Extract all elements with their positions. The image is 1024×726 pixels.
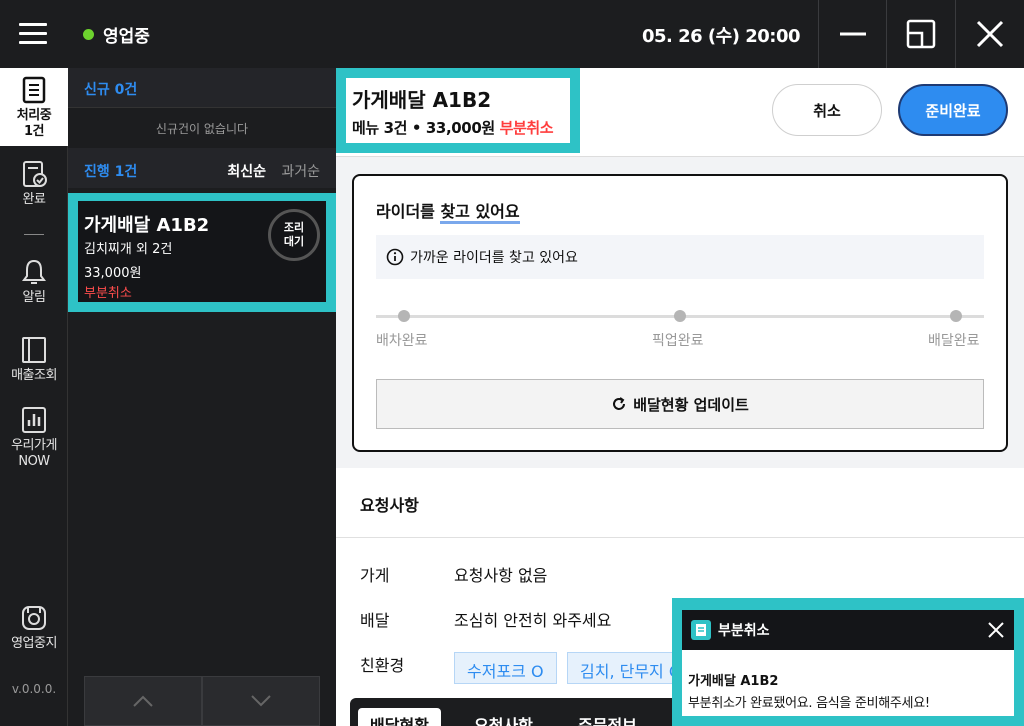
bell-icon bbox=[22, 259, 46, 284]
nav-sub-processing: 1건 bbox=[23, 124, 45, 139]
progress-orders-header: 진행 1건 최신순 과거순 bbox=[68, 148, 336, 188]
sort-latest-button[interactable]: 최신순 bbox=[227, 161, 266, 181]
order-card-menu: 김치찌개 외 2건 bbox=[84, 242, 173, 257]
tab-delivery-status[interactable]: 배달현황 bbox=[358, 708, 441, 726]
nav-item-done[interactable]: 완료 bbox=[0, 160, 68, 208]
toast-title: 부분취소 bbox=[718, 623, 770, 639]
badge-line-1: 조리 bbox=[283, 221, 305, 234]
update-delivery-button[interactable]: 배달현황 업데이트 bbox=[376, 379, 984, 429]
bar-chart-icon bbox=[22, 407, 46, 433]
detail-header: 가게배달 A1B2 메뉴 3건 • 33,000원 부분취소 취소 준비완료 bbox=[336, 68, 1024, 157]
toast-body: 가게배달 A1B2 부분취소가 완료됐어요. 음식을 준비해주세요! bbox=[682, 650, 1014, 716]
nav-item-sales[interactable]: 매출조회 bbox=[0, 336, 68, 384]
refresh-icon bbox=[613, 397, 626, 410]
tab-order-info[interactable]: 주문정보 bbox=[566, 708, 649, 726]
nav-label-store-now: 우리가게 bbox=[11, 438, 57, 453]
info-icon bbox=[386, 248, 404, 266]
partial-cancel-toast: 부분취소 가게배달 A1B2 부분취소가 완료됐어요. 음식을 준비해주세요! bbox=[672, 598, 1024, 726]
toast-header: 부분취소 bbox=[682, 610, 1014, 650]
order-card-title: 가게배달 A1B2 bbox=[84, 215, 210, 236]
step-dot-assigned bbox=[398, 310, 410, 322]
document-list-icon bbox=[22, 76, 46, 104]
hamburger-menu-icon[interactable] bbox=[16, 19, 47, 49]
nav-item-processing[interactable]: 처리중 1건 bbox=[0, 68, 68, 146]
ready-complete-button[interactable]: 준비완료 bbox=[898, 84, 1008, 136]
list-scroll-controls bbox=[84, 676, 320, 726]
request-label-eco: 친환경 bbox=[360, 656, 405, 675]
toast-message: 부분취소가 완료됐어요. 음식을 준비해주세요! bbox=[688, 696, 930, 711]
close-button[interactable] bbox=[955, 0, 1024, 68]
requests-header: 요청사항 bbox=[336, 468, 1024, 538]
new-orders-count: 신규 0건 bbox=[84, 82, 138, 98]
new-orders-empty: 신규건이 없습니다 bbox=[155, 122, 249, 136]
online-dot-icon bbox=[83, 28, 94, 40]
chevron-up-icon bbox=[133, 695, 153, 707]
eco-chip-cutlery: 수저포크 O bbox=[454, 652, 557, 684]
order-list: 신규 0건 신규건이 없습니다 진행 1건 최신순 과거순 가게배달 A1B2 … bbox=[68, 68, 336, 726]
nav-label-sales: 매출조회 bbox=[11, 368, 57, 383]
nav-label-alerts: 알림 bbox=[22, 290, 46, 305]
rider-status-title: 라이더를 찾고 있어요 bbox=[376, 198, 520, 224]
order-card-selected[interactable]: 가게배달 A1B2 김치찌개 외 2건 33,000원 부분취소 조리 대기 bbox=[68, 193, 336, 312]
nav-divider bbox=[24, 234, 44, 235]
nav-item-alerts[interactable]: 알림 bbox=[0, 258, 68, 306]
order-card-body: 가게배달 A1B2 김치찌개 외 2건 33,000원 부분취소 조리 대기 bbox=[78, 201, 326, 302]
close-icon bbox=[976, 20, 1004, 48]
rider-status-card: 라이더를 찾고 있어요 가까운 라이더를 찾고 있어요 배차완료 픽업완료 배달… bbox=[352, 174, 1008, 452]
document-check-icon bbox=[23, 161, 47, 187]
order-card-status: 부분취소 bbox=[84, 286, 132, 301]
nav-label-done: 완료 bbox=[22, 192, 46, 207]
ledger-icon bbox=[22, 337, 46, 363]
order-card-price: 33,000원 bbox=[84, 266, 142, 281]
new-orders-header: 신규 0건 bbox=[68, 68, 336, 108]
minimize-icon bbox=[839, 32, 866, 36]
detail-subtitle: 메뉴 3건 • 33,000원 부분취소 bbox=[352, 119, 554, 137]
badge-line-2: 대기 bbox=[283, 235, 305, 248]
cooking-status-badge: 조리 대기 bbox=[268, 209, 320, 261]
rider-info-banner: 가까운 라이더를 찾고 있어요 bbox=[376, 235, 984, 279]
request-value-delivery: 조심히 안전히 와주세요 bbox=[454, 611, 612, 630]
restore-window-icon bbox=[906, 19, 935, 49]
nav-label-pause-business: 영업중지 bbox=[11, 636, 57, 651]
progress-orders-count: 진행 1건 bbox=[84, 164, 138, 180]
nav-sub-store-now: NOW bbox=[18, 454, 50, 469]
request-label-delivery: 배달 bbox=[360, 611, 390, 630]
scroll-down-button[interactable] bbox=[202, 676, 320, 726]
step-label-assigned: 배차완료 bbox=[376, 333, 428, 349]
store-pause-icon bbox=[22, 606, 46, 630]
toast-close-icon[interactable] bbox=[986, 620, 1006, 640]
chevron-down-icon bbox=[251, 695, 271, 707]
minimize-button[interactable] bbox=[818, 0, 886, 68]
app-version: v.0.0.0. bbox=[11, 682, 57, 696]
request-label-store: 가게 bbox=[360, 566, 390, 585]
nav-label-processing: 처리중 bbox=[16, 108, 52, 123]
business-status-label: 영업중 bbox=[103, 26, 150, 47]
receipt-icon bbox=[691, 620, 711, 640]
left-nav: 처리중 1건 완료 알림 매출조회 우리가게 NOW 영업중지 v.0.0.0. bbox=[0, 68, 68, 726]
nav-item-store-now[interactable]: 우리가게 NOW bbox=[0, 406, 68, 470]
sort-oldest-button[interactable]: 과거순 bbox=[281, 161, 320, 181]
cancel-order-button[interactable]: 취소 bbox=[772, 84, 882, 136]
top-bar: 영업중 05. 26 (수) 20:00 bbox=[0, 0, 1024, 68]
step-label-delivered: 배달완료 bbox=[928, 333, 980, 349]
business-status[interactable]: 영업중 bbox=[83, 22, 150, 47]
datetime: 05. 26 (수) 20:00 bbox=[641, 26, 801, 47]
detail-title-box: 가게배달 A1B2 메뉴 3건 • 33,000원 부분취소 bbox=[336, 68, 580, 153]
step-dot-pickup bbox=[674, 310, 686, 322]
nav-item-pause-business[interactable]: 영업중지 bbox=[0, 604, 68, 652]
request-value-store: 요청사항 없음 bbox=[454, 566, 548, 585]
step-label-pickup: 픽업완료 bbox=[652, 333, 704, 349]
toast-order-title: 가게배달 A1B2 bbox=[688, 674, 779, 689]
update-delivery-label: 배달현황 업데이트 bbox=[633, 395, 749, 414]
requests-title: 요청사항 bbox=[360, 496, 419, 515]
restore-button[interactable] bbox=[886, 0, 954, 68]
detail-title: 가게배달 A1B2 bbox=[352, 88, 492, 112]
tab-requests[interactable]: 요청사항 bbox=[462, 708, 545, 726]
rider-info-text: 가까운 라이더를 찾고 있어요 bbox=[410, 250, 578, 266]
scroll-up-button[interactable] bbox=[84, 676, 202, 726]
step-dot-delivered bbox=[950, 310, 962, 322]
detail-status: 부분취소 bbox=[499, 119, 554, 137]
